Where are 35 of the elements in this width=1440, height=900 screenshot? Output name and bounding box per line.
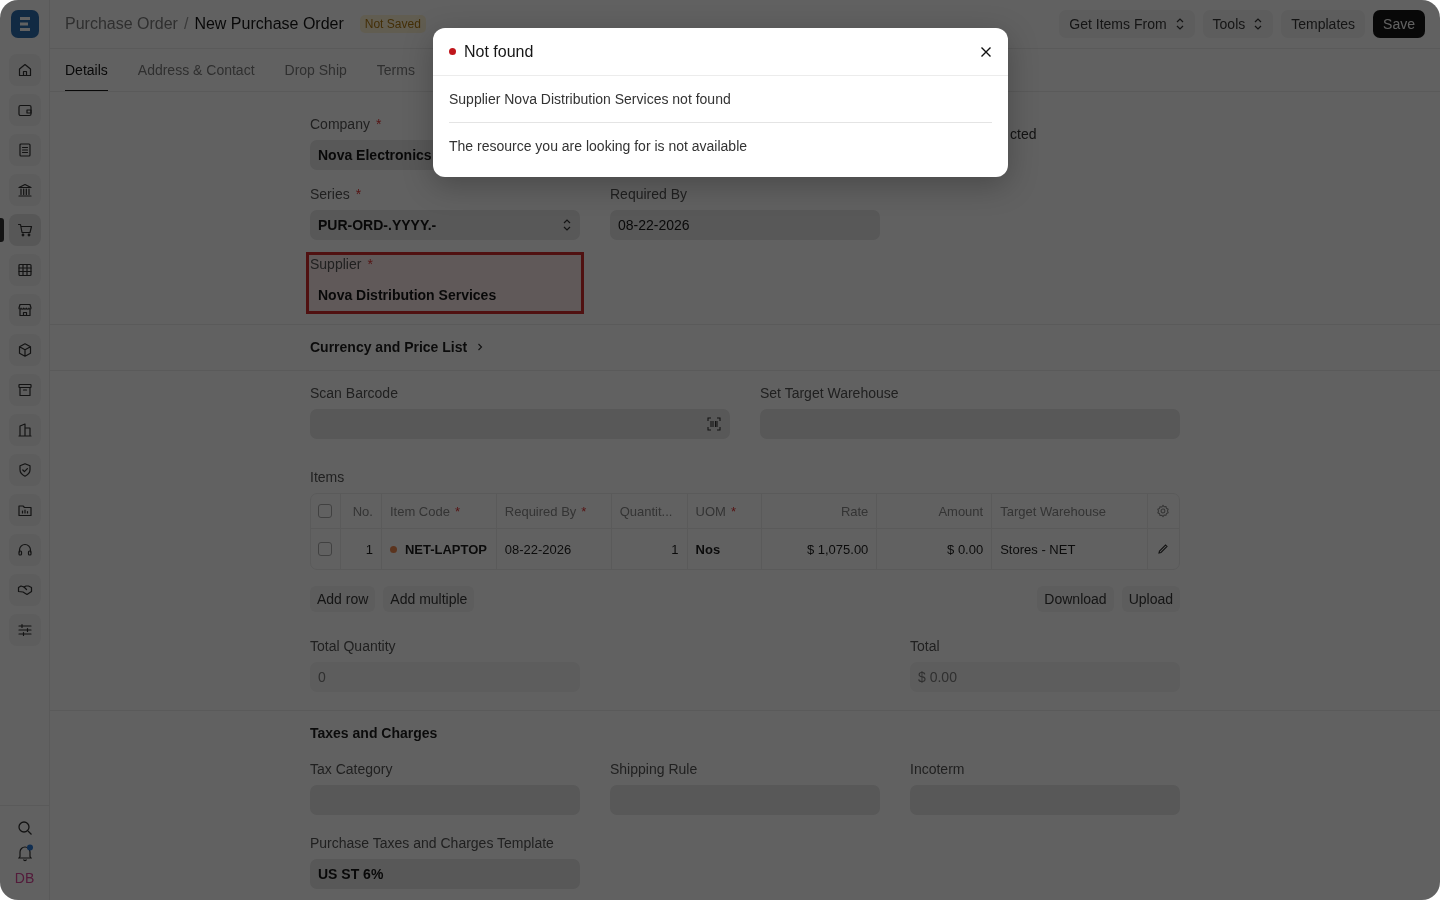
breadcrumb-separator: / bbox=[183, 15, 189, 33]
dialog-message: The resource you are looking for is not available bbox=[449, 122, 992, 169]
field-label: Shipping Rule bbox=[610, 761, 698, 777]
required-mark: * bbox=[730, 503, 736, 519]
section-title: Taxes and Charges bbox=[310, 724, 439, 743]
field-label: Series bbox=[310, 186, 350, 202]
field-label: Set Target Warehouse bbox=[760, 385, 899, 401]
row-number: 1 bbox=[365, 541, 373, 557]
table-cell: 1 bbox=[671, 541, 679, 557]
checkbox-label: cted bbox=[1010, 126, 1037, 142]
page-title: New Purchase Order bbox=[194, 15, 344, 33]
required-mark: * bbox=[581, 503, 587, 519]
field-label: Scan Barcode bbox=[310, 385, 398, 401]
table-cell: $ 1,075.00 bbox=[806, 541, 869, 557]
status-badge: Not Saved bbox=[359, 15, 426, 33]
field-label: Total Quantity bbox=[310, 638, 396, 654]
dialog-message: Supplier Nova Distribution Services not found bbox=[449, 90, 732, 109]
table-cell: Nos bbox=[695, 541, 721, 557]
field-label: Required By bbox=[610, 186, 688, 202]
field-label: Purchase Taxes and Charges Template bbox=[310, 835, 554, 851]
field-label: Incoterm bbox=[910, 761, 965, 777]
field-label: Total bbox=[910, 638, 940, 654]
field-label: Tax Category bbox=[310, 761, 393, 777]
table-label: Items bbox=[310, 469, 345, 485]
table-cell: $ 0.00 bbox=[947, 541, 984, 557]
table-cell: 08-22-2026 bbox=[504, 541, 572, 557]
table-cell: Stores - NET bbox=[1000, 541, 1076, 557]
dialog-title: Not found bbox=[464, 42, 535, 61]
required-mark: * bbox=[375, 116, 382, 132]
required-mark: * bbox=[355, 186, 362, 202]
required-mark: * bbox=[367, 256, 373, 272]
field-label: Company bbox=[310, 116, 370, 132]
required-mark: * bbox=[454, 503, 460, 519]
table-cell: NET-LAPTOP bbox=[404, 541, 488, 557]
field-label: Supplier bbox=[310, 256, 362, 272]
